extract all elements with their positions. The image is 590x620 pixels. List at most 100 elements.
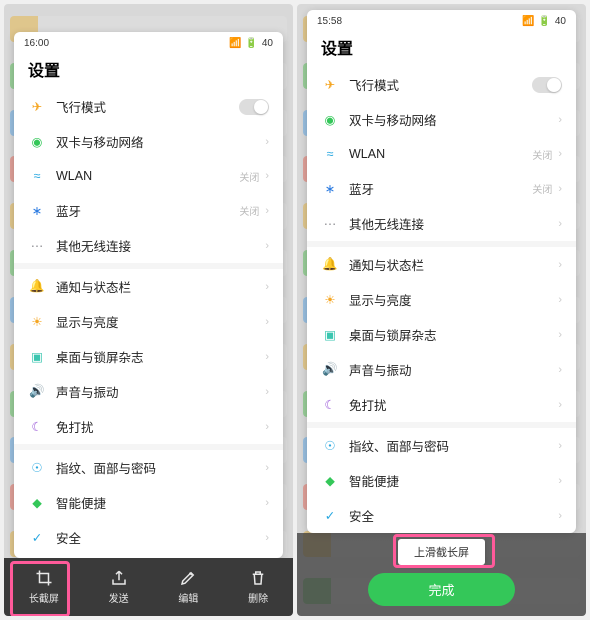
delete-button[interactable]: 删除 — [248, 569, 268, 605]
settings-row[interactable]: ∗蓝牙关闭› — [14, 193, 283, 228]
chevron-right-icon: › — [558, 440, 562, 452]
chevron-right-icon: › — [265, 170, 269, 182]
phone-right: 15:58 📶 🔋 40 设置 ✈飞行模式◉双卡与移动网络›≈WLAN关闭›∗蓝… — [297, 4, 586, 616]
chevron-right-icon: › — [265, 240, 269, 252]
row-icon: ≈ — [321, 145, 339, 163]
settings-row[interactable]: ≈WLAN关闭› — [14, 159, 283, 193]
settings-row[interactable]: ☀显示与亮度› — [14, 304, 283, 339]
settings-list-left[interactable]: ✈飞行模式◉双卡与移动网络› ≈ WLAN 关闭 › ∗蓝牙关闭›⋯其他无线连接› 🔔通知与… — [14, 89, 283, 558]
share-button[interactable]: 发送 — [109, 569, 129, 605]
settings-row[interactable]: 🔊声音与振动› — [14, 374, 283, 409]
row-icon: ✈ — [28, 98, 46, 116]
settings-row[interactable]: ▣ 桌面与锁屏杂志› — [307, 317, 576, 352]
crop-button[interactable]: 长截屏 — [29, 569, 59, 605]
row-label: 其他无线连接 — [349, 214, 558, 233]
settings-row[interactable]: ∗蓝牙关闭› — [307, 171, 576, 206]
row-label: 其他无线连接 — [56, 236, 265, 255]
screenshot-card: 16:00 📶 🔋 40 设置 ✈飞行模式◉双卡与移动网络›≈WLAN关闭›∗蓝… — [14, 32, 283, 558]
status-time: 15:58 — [317, 16, 342, 27]
chevron-right-icon: › — [558, 148, 562, 160]
battery-icon: 🔋 — [245, 38, 257, 49]
toolbar-label: 删除 — [248, 590, 268, 605]
row-icon: ☾ — [28, 418, 46, 436]
chevron-right-icon: › — [558, 218, 562, 230]
chevron-right-icon: › — [558, 329, 562, 341]
settings-row[interactable]: ⋯其他无线连接› — [14, 228, 283, 263]
chevron-right-icon: › — [265, 532, 269, 544]
settings-row[interactable]: ☉ 指纹、面部与密码› — [307, 428, 576, 463]
chevron-right-icon: › — [265, 281, 269, 293]
settings-row[interactable]: ☾免打扰› — [307, 387, 576, 422]
row-label: 安全 — [56, 528, 265, 547]
chevron-right-icon: › — [558, 475, 562, 487]
page-title: 设置 — [307, 33, 576, 67]
row-label: WLAN — [349, 147, 532, 161]
row-label: WLAN — [56, 169, 239, 183]
row-label: 蓝牙 — [349, 179, 532, 198]
signal-icon: 📶 — [522, 16, 534, 27]
chevron-right-icon: › — [265, 316, 269, 328]
settings-row[interactable]: ◆智能便捷› — [307, 463, 576, 498]
settings-row[interactable]: ✈ 飞行模式 — [307, 67, 576, 102]
row-icon: ◆ — [321, 472, 339, 490]
settings-row[interactable]: ◉双卡与移动网络› — [14, 124, 283, 159]
row-label: 通知与状态栏 — [349, 255, 558, 274]
row-icon: 🔔 — [321, 256, 339, 274]
toggle-switch[interactable] — [532, 77, 562, 93]
settings-row[interactable]: ✓安全› — [307, 498, 576, 533]
row-icon: ◆ — [28, 494, 46, 512]
row-label: 蓝牙 — [56, 201, 239, 220]
signal-icon: 📶 — [229, 38, 241, 49]
row-icon: ◉ — [321, 111, 339, 129]
status-bar: 15:58 📶 🔋 40 — [307, 10, 576, 33]
row-label: 显示与亮度 — [349, 290, 558, 309]
settings-row[interactable]: ☉指纹、面部与密码› — [14, 450, 283, 485]
row-icon: ◉ — [28, 133, 46, 151]
battery-icon: 🔋 — [538, 16, 550, 27]
row-icon: ☉ — [321, 437, 339, 455]
settings-row[interactable]: ✓安全› — [14, 520, 283, 555]
status-time: 16:00 — [24, 38, 49, 49]
settings-row[interactable]: ▣桌面与锁屏杂志› — [14, 339, 283, 374]
row-icon: ▣ — [321, 326, 339, 344]
row-icon: ☀ — [28, 313, 46, 331]
row-icon: ✈ — [321, 76, 339, 94]
row-icon: ☾ — [321, 396, 339, 414]
settings-row[interactable]: 🔔通知与状态栏› — [14, 269, 283, 304]
toggle-switch[interactable] — [239, 99, 269, 115]
settings-row[interactable]: ⋯ 其他无线连接› — [307, 206, 576, 241]
settings-list-right[interactable]: ✈飞行模式◉双卡与移动网络›≈WLAN关闭›∗蓝牙关闭›⋯其他无线连接›🔔通知与… — [307, 67, 576, 533]
row-label: 通知与状态栏 — [56, 277, 265, 296]
settings-row[interactable]: ☾免打扰› — [14, 409, 283, 444]
row-label: 桌面与锁屏杂志 — [349, 325, 558, 344]
row-label: 指纹、面部与密码 — [349, 436, 558, 455]
chevron-right-icon: › — [265, 136, 269, 148]
settings-row[interactable]: ✈飞行模式 — [14, 89, 283, 124]
done-button[interactable]: 完成 — [368, 573, 514, 606]
swipe-hint: 上滑截长屏 — [398, 539, 485, 565]
chevron-right-icon: › — [265, 497, 269, 509]
toolbar-label: 编辑 — [178, 590, 198, 605]
row-icon: ⋯ — [321, 215, 339, 233]
row-label: 声音与振动 — [56, 382, 265, 401]
row-label: 声音与振动 — [349, 360, 558, 379]
page-title: 设置 — [14, 55, 283, 89]
row-meta: 关闭 — [532, 147, 552, 162]
settings-row[interactable]: 🔊 声音与振动› — [307, 352, 576, 387]
settings-row[interactable]: ≈ WLAN关闭 › — [307, 137, 576, 171]
row-label: 飞行模式 — [349, 75, 532, 94]
chevron-right-icon: › — [558, 364, 562, 376]
chevron-right-icon: › — [558, 183, 562, 195]
row-icon: 🔊 — [321, 361, 339, 379]
row-icon: ≈ — [28, 167, 46, 185]
row-label: 免打扰 — [56, 417, 265, 436]
row-label: 免打扰 — [349, 395, 558, 414]
row-icon: 🔊 — [28, 383, 46, 401]
settings-row[interactable]: ☀显示与亮度› — [307, 282, 576, 317]
settings-row[interactable]: 🔔通知与状态栏› — [307, 247, 576, 282]
row-meta: 关闭 — [239, 203, 259, 218]
settings-row[interactable]: ◆智能便捷› — [14, 485, 283, 520]
chevron-right-icon: › — [265, 351, 269, 363]
settings-row[interactable]: ◉双卡与移动网络› — [307, 102, 576, 137]
edit-button[interactable]: 编辑 — [178, 569, 198, 605]
